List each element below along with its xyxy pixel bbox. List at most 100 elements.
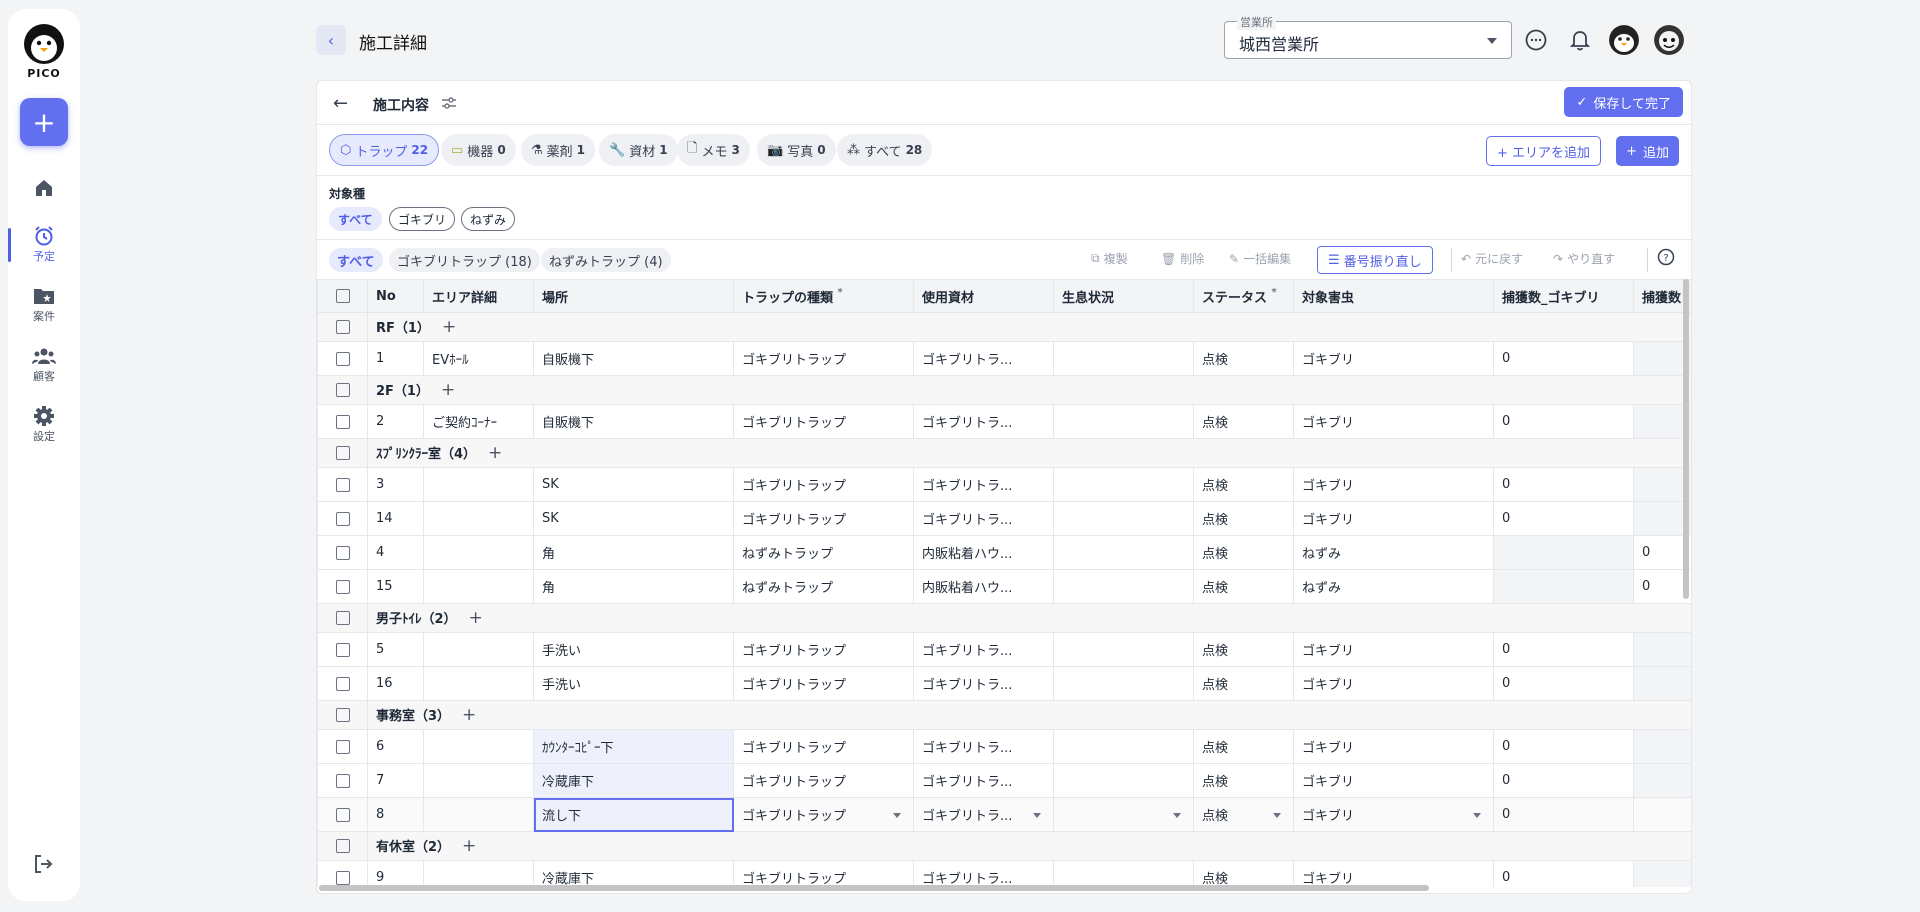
- add-row-plus-icon[interactable]: +: [462, 836, 476, 856]
- cell-pest[interactable]: ゴキブリ: [1293, 729, 1494, 764]
- cell-habitat[interactable]: [1053, 535, 1194, 570]
- cell-place[interactable]: 手洗い: [533, 632, 734, 667]
- checkbox[interactable]: [335, 351, 350, 366]
- cell-no[interactable]: 7: [367, 763, 424, 798]
- cell-trap[interactable]: ゴキブリトラップ: [733, 341, 914, 376]
- add-row-plus-icon[interactable]: +: [462, 705, 476, 725]
- row-checkbox-cell[interactable]: [317, 404, 368, 439]
- group-checkbox-cell[interactable]: [317, 438, 368, 468]
- table-row[interactable]: 9 冷蔵庫下 ゴキブリトラップ ゴキブリトラ... 点検 ゴキブリ 0: [317, 860, 1691, 887]
- cell-habitat[interactable]: [1053, 666, 1194, 701]
- cell-material[interactable]: ゴキブリトラ...: [913, 666, 1054, 701]
- cell-material[interactable]: ゴキブリトラ...: [913, 797, 1054, 832]
- cell-material[interactable]: ゴキブリトラ...: [913, 632, 1054, 667]
- cell-area[interactable]: [423, 632, 534, 667]
- header-checkbox-cell[interactable]: [317, 279, 368, 313]
- row-checkbox-cell[interactable]: [317, 341, 368, 376]
- cell-no[interactable]: 2: [367, 404, 424, 439]
- cell-trap[interactable]: ねずみトラップ: [733, 535, 914, 570]
- bulk-edit-button[interactable]: ✎ 一括編集: [1229, 250, 1291, 267]
- cell-status[interactable]: 点検: [1193, 535, 1294, 570]
- cell-material[interactable]: ゴキブリトラ...: [913, 860, 1054, 887]
- row-checkbox-cell[interactable]: [317, 763, 368, 798]
- column-header[interactable]: 使用資材: [913, 279, 1054, 313]
- row-checkbox-cell[interactable]: [317, 632, 368, 667]
- row-checkbox-cell[interactable]: [317, 501, 368, 536]
- cell-status[interactable]: 点検: [1193, 763, 1294, 798]
- tab-all[interactable]: ⁂ すべて 28: [837, 134, 933, 166]
- table-row[interactable]: 7 冷蔵庫下 ゴキブリトラップ ゴキブリトラ... 点検 ゴキブリ 0: [317, 763, 1691, 798]
- table-row[interactable]: 3 SK ゴキブリトラップ ゴキブリトラ... 点検 ゴキブリ 0: [317, 467, 1691, 502]
- checkbox[interactable]: [335, 446, 350, 460]
- group-checkbox-cell[interactable]: [317, 375, 368, 405]
- cell-cap2[interactable]: [1633, 729, 1691, 764]
- checkbox[interactable]: [335, 773, 350, 788]
- cell-place[interactable]: 角: [533, 535, 734, 570]
- cell-cap2[interactable]: [1633, 797, 1691, 832]
- cell-no[interactable]: 4: [367, 535, 424, 570]
- column-header[interactable]: 捕獲数_ゴキブリ: [1493, 279, 1634, 313]
- cell-cap1[interactable]: 0: [1493, 666, 1634, 701]
- cell-no[interactable]: 9: [367, 860, 424, 887]
- user-avatar-icon[interactable]: [1654, 25, 1684, 55]
- row-checkbox-cell[interactable]: [317, 535, 368, 570]
- cell-habitat[interactable]: [1053, 501, 1194, 536]
- cell-pest[interactable]: ゴキブリ: [1293, 666, 1494, 701]
- chat-button[interactable]: [1523, 27, 1549, 53]
- cell-area[interactable]: [423, 860, 534, 887]
- cell-status[interactable]: 点検: [1193, 404, 1294, 439]
- cell-material[interactable]: 内販粘着ハウ...: [913, 535, 1054, 570]
- cell-pest[interactable]: ゴキブリ: [1293, 404, 1494, 439]
- delete-button[interactable]: 🗑 削除: [1161, 250, 1204, 267]
- cell-cap1[interactable]: 0: [1493, 860, 1634, 887]
- cell-pest[interactable]: ゴキブリ: [1293, 467, 1494, 502]
- cell-habitat[interactable]: [1053, 569, 1194, 604]
- checkbox[interactable]: [335, 839, 350, 853]
- tab-trap[interactable]: ⬡ トラップ 22: [329, 134, 440, 166]
- renumber-button[interactable]: ☰ 番号振り直し: [1317, 246, 1433, 274]
- cell-cap1[interactable]: 0: [1493, 763, 1634, 798]
- cell-material[interactable]: ゴキブリトラ...: [913, 404, 1054, 439]
- cell-habitat[interactable]: [1053, 797, 1194, 832]
- checkbox[interactable]: [335, 579, 350, 594]
- cell-place[interactable]: SK: [533, 501, 734, 536]
- office-select[interactable]: 営業所 城西営業所: [1224, 14, 1512, 59]
- table-row[interactable]: 4 角ねずみトラップ 内販粘着ハウ... 点検 ねずみ 0: [317, 535, 1691, 570]
- nav-home[interactable]: [8, 176, 80, 200]
- create-button[interactable]: +: [20, 98, 68, 146]
- cell-material[interactable]: ゴキブリトラ...: [913, 763, 1054, 798]
- cell-status[interactable]: 点検: [1193, 632, 1294, 667]
- tab-photo[interactable]: 📷 写真 0: [757, 134, 836, 166]
- sliders-icon[interactable]: [441, 95, 457, 111]
- cell-cap1[interactable]: 0: [1493, 341, 1634, 376]
- cell-habitat[interactable]: [1053, 763, 1194, 798]
- checkbox[interactable]: [335, 477, 350, 492]
- vertical-scrollbar[interactable]: [1683, 279, 1689, 599]
- cell-trap[interactable]: ゴキブリトラップ: [733, 797, 914, 832]
- cell-no[interactable]: 8: [367, 797, 424, 832]
- cell-no[interactable]: 16: [367, 666, 424, 701]
- nav-settings[interactable]: 設定: [8, 404, 80, 444]
- cell-habitat[interactable]: [1053, 341, 1194, 376]
- checkbox[interactable]: [335, 611, 350, 625]
- cell-pest[interactable]: ゴキブリ: [1293, 632, 1494, 667]
- cell-place[interactable]: SK: [533, 467, 734, 502]
- nav-schedule[interactable]: 予定: [8, 224, 80, 264]
- cell-material[interactable]: ゴキブリトラ...: [913, 467, 1054, 502]
- group-checkbox-cell[interactable]: [317, 700, 368, 730]
- cell-trap[interactable]: ゴキブリトラップ: [733, 501, 914, 536]
- cell-area[interactable]: [423, 569, 534, 604]
- cell-trap[interactable]: ゴキブリトラップ: [733, 404, 914, 439]
- cell-place[interactable]: 冷蔵庫下: [533, 860, 734, 887]
- cell-pest[interactable]: ゴキブリ: [1293, 763, 1494, 798]
- cell-habitat[interactable]: [1053, 404, 1194, 439]
- cell-pest[interactable]: ゴキブリ: [1293, 860, 1494, 887]
- cell-status[interactable]: 点検: [1193, 501, 1294, 536]
- add-row-plus-icon[interactable]: +: [441, 380, 455, 400]
- cell-area[interactable]: [423, 501, 534, 536]
- checkbox[interactable]: [335, 676, 350, 691]
- table-row[interactable]: 15 角ねずみトラップ 内販粘着ハウ... 点検 ねずみ 0: [317, 569, 1691, 604]
- cell-cap2[interactable]: [1633, 860, 1691, 887]
- column-header[interactable]: No: [367, 279, 424, 313]
- penguin-avatar-icon[interactable]: [1609, 25, 1639, 55]
